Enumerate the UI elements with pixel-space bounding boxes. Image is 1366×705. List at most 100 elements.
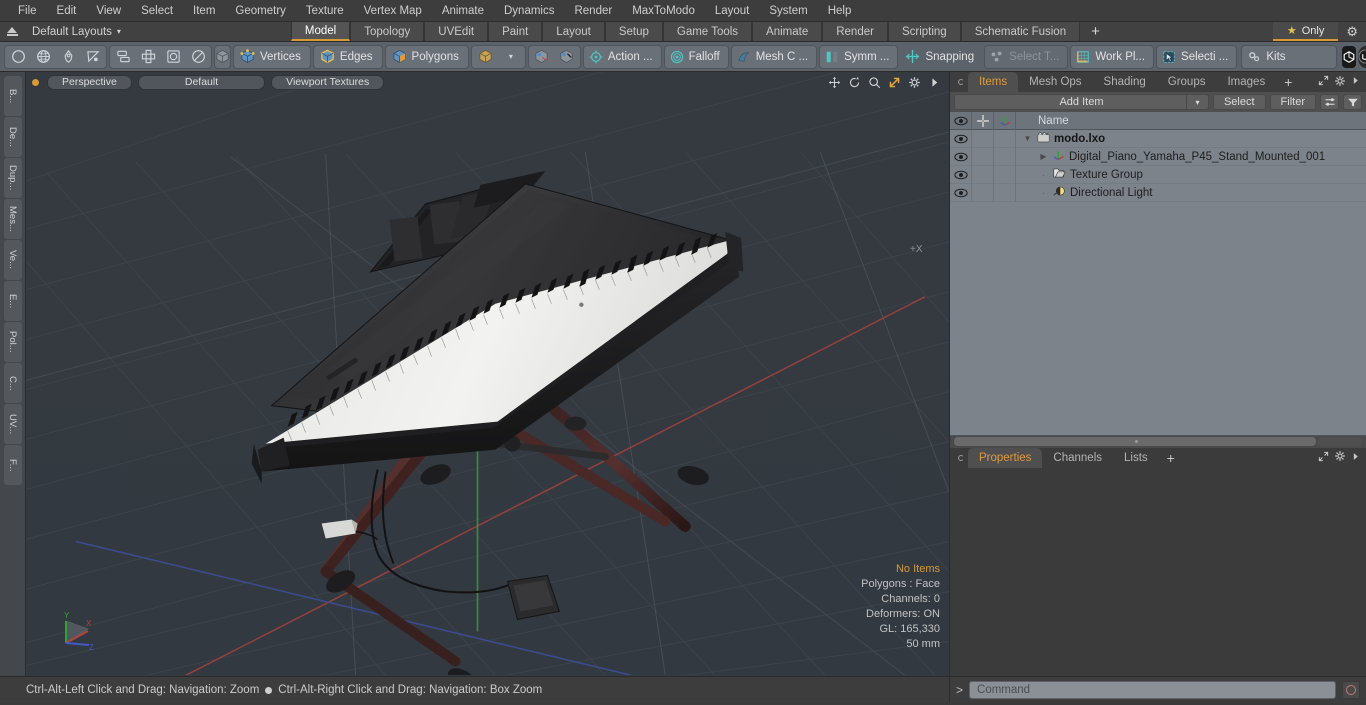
add-panel-tab-button[interactable]: + <box>1276 72 1300 92</box>
bevel-icon[interactable] <box>161 46 185 68</box>
pivot-icon[interactable] <box>136 46 160 68</box>
row-lock-cell[interactable] <box>972 183 994 202</box>
globe-icon[interactable] <box>31 46 55 68</box>
tab-shading[interactable]: Shading <box>1093 72 1157 92</box>
vtab-vertex[interactable]: Ve... <box>3 240 22 280</box>
select-button[interactable]: Select <box>1212 94 1266 110</box>
menu-item-edit[interactable]: Edit <box>47 0 87 22</box>
menu-item-file[interactable]: File <box>8 0 47 22</box>
tab-channels[interactable]: Channels <box>1042 448 1113 468</box>
selection-set-button[interactable]: Selecti ... <box>1156 44 1238 69</box>
properties-gear-icon[interactable] <box>1334 450 1346 465</box>
tab-render[interactable]: Render <box>822 22 888 41</box>
axis-gizmo[interactable]: Y X Z <box>56 609 100 656</box>
list-item[interactable]: · Directional Light <box>1016 185 1366 200</box>
vtab-mesh[interactable]: Mes... <box>3 199 22 239</box>
axis-icon[interactable] <box>994 111 1016 130</box>
tab-schematic-fusion[interactable]: Schematic Fusion <box>960 22 1081 41</box>
row-eye-icon[interactable] <box>950 147 972 166</box>
lock-icon[interactable] <box>972 111 994 130</box>
tab-layout[interactable]: Layout <box>542 22 605 41</box>
tab-game-tools[interactable]: Game Tools <box>662 22 753 41</box>
menu-item-select[interactable]: Select <box>131 0 183 22</box>
eye-icon[interactable] <box>950 111 972 130</box>
tab-model[interactable]: Model <box>290 22 351 41</box>
panel-arrow-icon[interactable] <box>1351 76 1360 88</box>
vtab-polygon[interactable]: Pol... <box>3 322 22 362</box>
chevron-down-icon[interactable]: ▼ <box>1022 134 1033 143</box>
chevron-right-icon[interactable]: ▶ <box>1038 152 1049 161</box>
only-toggle[interactable]: ★ Only <box>1272 22 1339 41</box>
table-row[interactable]: · Directional Light <box>950 183 1366 202</box>
substance-icon[interactable] <box>1342 45 1357 68</box>
scrollbar-thumb[interactable] <box>954 437 1316 446</box>
circle-icon[interactable] <box>6 46 30 68</box>
stack-icon[interactable] <box>111 46 135 68</box>
vertices-mode-button[interactable]: Vertices <box>235 45 309 69</box>
settings-gear-icon[interactable]: ⚙ <box>1338 22 1366 41</box>
command-input[interactable] <box>969 681 1336 699</box>
menu-item-item[interactable]: Item <box>183 0 225 22</box>
viewport-textures-dropdown[interactable]: Viewport Textures <box>271 74 385 90</box>
properties-expand-icon[interactable] <box>1318 451 1329 465</box>
row-lock-cell[interactable] <box>972 147 994 166</box>
mesh-constraint-button[interactable]: Mesh C ... <box>730 44 818 69</box>
select-through-button[interactable]: Select T... <box>984 44 1069 69</box>
work-plane-button[interactable]: Work Pl... <box>1070 44 1155 69</box>
expand-icon[interactable] <box>1318 75 1329 89</box>
cube-icon[interactable] <box>474 46 498 68</box>
tab-animate[interactable]: Animate <box>752 22 823 41</box>
zoom-icon[interactable] <box>866 74 883 90</box>
add-item-chevron-down-icon[interactable]: ▾ <box>1185 95 1208 109</box>
tab-groups[interactable]: Groups <box>1157 72 1217 92</box>
table-row[interactable]: ▼ modo.lxo <box>950 130 1366 148</box>
add-tab-button[interactable]: + <box>1080 22 1111 41</box>
list-item[interactable]: · Texture Group <box>1016 167 1366 182</box>
properties-menu-dot[interactable] <box>954 448 968 468</box>
filter-button[interactable]: Filter <box>1269 94 1316 110</box>
row-lock-cell[interactable] <box>972 165 994 184</box>
pen-icon[interactable] <box>56 46 80 68</box>
viewport-style-dropdown[interactable]: Default <box>137 74 266 90</box>
menu-item-maxtomodo[interactable]: MaxToModo <box>622 0 705 22</box>
viewport-menu-dot[interactable] <box>32 78 39 86</box>
funnel-icon[interactable] <box>1343 94 1362 110</box>
menu-item-animate[interactable]: Animate <box>432 0 494 22</box>
move-icon[interactable] <box>826 74 843 90</box>
item-cube-icon[interactable] <box>214 44 231 69</box>
radial-icon[interactable] <box>186 46 210 68</box>
default-layouts-dropdown[interactable]: Default Layouts ▾ <box>24 22 129 41</box>
vtab-basic[interactable]: B... <box>3 76 22 116</box>
list-options-icon[interactable] <box>1320 94 1339 110</box>
row-axis-cell[interactable] <box>994 165 1016 184</box>
menu-item-layout[interactable]: Layout <box>705 0 760 22</box>
menu-item-dynamics[interactable]: Dynamics <box>494 0 564 22</box>
add-properties-tab-button[interactable]: + <box>1159 448 1183 468</box>
properties-content[interactable] <box>950 467 1366 676</box>
home-layout-icon[interactable] <box>0 22 24 41</box>
menu-item-vertex-map[interactable]: Vertex Map <box>354 0 432 22</box>
chevron-down-icon[interactable]: ▾ <box>499 46 523 68</box>
row-eye-icon[interactable] <box>950 183 972 202</box>
tab-paint[interactable]: Paint <box>488 22 543 41</box>
action-center-button[interactable]: Action ... <box>582 44 662 69</box>
panel-menu-dot[interactable] <box>954 72 968 92</box>
row-eye-icon[interactable] <box>950 130 972 148</box>
snap-b-icon[interactable] <box>555 46 579 68</box>
row-lock-cell[interactable] <box>972 130 994 148</box>
properties-arrow-icon[interactable] <box>1351 452 1360 464</box>
symmetry-button[interactable]: Symm ... <box>819 44 899 69</box>
menu-item-render[interactable]: Render <box>564 0 622 22</box>
edges-mode-button[interactable]: Edges <box>315 45 381 69</box>
unreal-icon[interactable] <box>1358 45 1366 68</box>
tab-lists[interactable]: Lists <box>1113 448 1159 468</box>
vtab-uv[interactable]: UV... <box>3 404 22 444</box>
fit-icon[interactable] <box>886 74 903 90</box>
tab-uvedit[interactable]: UVEdit <box>424 22 489 41</box>
tab-setup[interactable]: Setup <box>604 22 663 41</box>
menu-item-geometry[interactable]: Geometry <box>225 0 296 22</box>
vtab-duplicate[interactable]: Dup... <box>3 158 22 198</box>
vtab-edge[interactable]: E... <box>3 281 22 321</box>
tab-items[interactable]: Items <box>968 72 1019 92</box>
polygons-mode-button[interactable]: Polygons <box>387 45 467 69</box>
